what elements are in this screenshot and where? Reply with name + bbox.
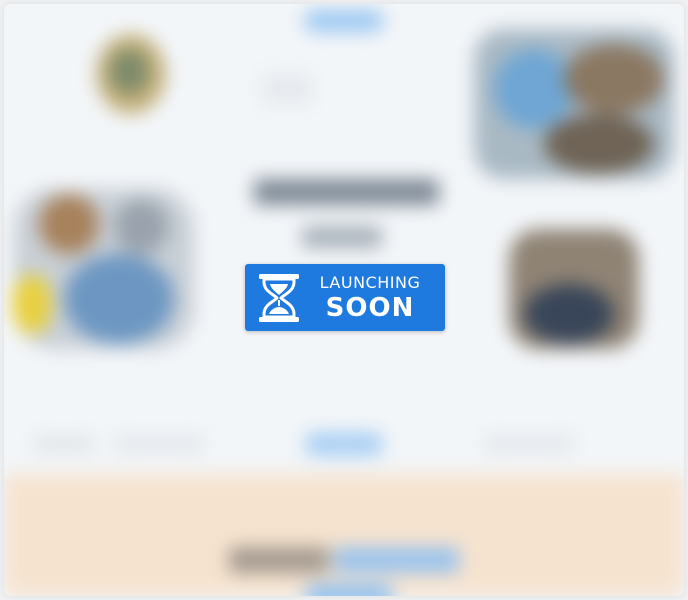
badge-text: LAUNCHING SOON	[307, 273, 433, 323]
badge-line-2: SOON	[325, 292, 415, 323]
blurred-bottom-banner	[4, 474, 684, 596]
blurred-page-preview: LAUNCHING SOON	[4, 4, 684, 596]
blurred-top-nav	[304, 10, 384, 32]
blurred-text-block	[262, 74, 312, 104]
blurred-heading	[254, 179, 439, 205]
launching-soon-badge: LAUNCHING SOON	[245, 264, 445, 331]
hourglass-icon	[259, 273, 299, 322]
badge-line-1: LAUNCHING	[319, 272, 421, 292]
blurred-tab-row	[34, 436, 94, 452]
